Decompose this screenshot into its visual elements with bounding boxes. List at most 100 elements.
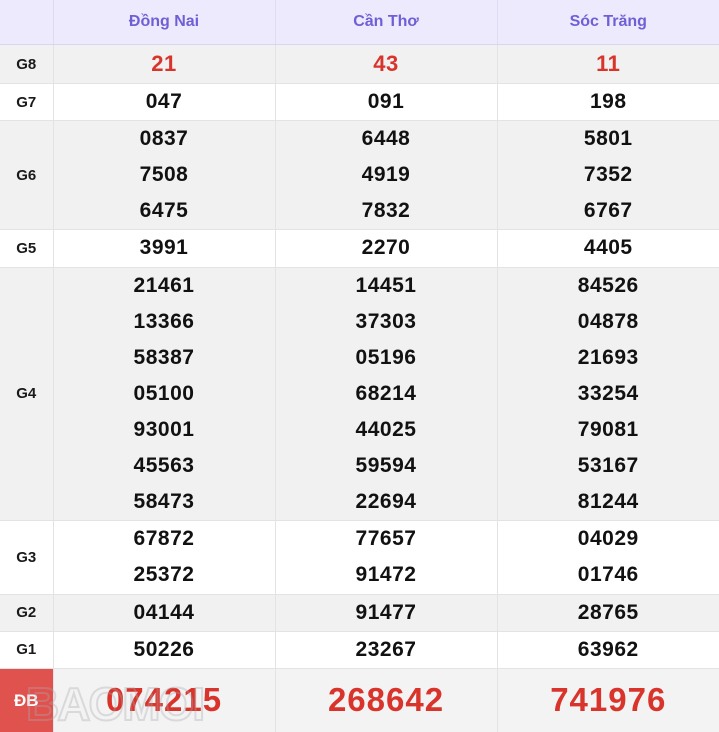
prize-number: 7508 bbox=[140, 157, 189, 193]
prize-cell-g4-dong-nai: 21461 13366 58387 05100 93001 45563 5847… bbox=[53, 267, 275, 521]
province-header-soc-trang: Sóc Trăng bbox=[497, 0, 719, 45]
number-stack: 0837 7508 6475 bbox=[54, 121, 275, 229]
prize-cell-g8-dong-nai: 21 bbox=[53, 45, 275, 84]
prize-number: 741976 bbox=[550, 672, 666, 729]
number-stack: 04144 bbox=[54, 595, 275, 631]
table-row: G1 50226 23267 63962 bbox=[0, 631, 719, 668]
province-header-dong-nai: Đồng Nai bbox=[53, 0, 275, 45]
prize-cell-g6-soc-trang: 5801 7352 6767 bbox=[497, 121, 719, 230]
number-stack: 3991 bbox=[54, 230, 275, 266]
prize-cell-g4-can-tho: 14451 37303 05196 68214 44025 59594 2269… bbox=[275, 267, 497, 521]
number-stack: 84526 04878 21693 33254 79081 53167 8124… bbox=[498, 268, 719, 521]
header-corner-cell bbox=[0, 0, 53, 45]
prize-cell-db-can-tho: 268642 bbox=[275, 668, 497, 732]
prize-number: 25372 bbox=[134, 557, 195, 593]
number-stack: 63962 bbox=[498, 632, 719, 668]
prize-cell-g6-can-tho: 6448 4919 7832 bbox=[275, 121, 497, 230]
prize-cell-g2-dong-nai: 04144 bbox=[53, 594, 275, 631]
table-body: G8 21 43 11 G7 bbox=[0, 45, 719, 732]
table-row: G7 047 091 198 bbox=[0, 84, 719, 121]
number-stack: 21 bbox=[54, 45, 275, 83]
prize-cell-g5-can-tho: 2270 bbox=[275, 230, 497, 267]
prize-number: 6448 bbox=[362, 121, 411, 157]
prize-number: 074215 bbox=[106, 672, 222, 729]
table-header: Đồng Nai Cần Thơ Sóc Trăng bbox=[0, 0, 719, 45]
prize-number: 63962 bbox=[578, 632, 639, 668]
prize-number: 6475 bbox=[140, 193, 189, 229]
table-row: G2 04144 91477 28765 bbox=[0, 594, 719, 631]
prize-cell-g1-dong-nai: 50226 bbox=[53, 631, 275, 668]
number-stack: 6448 4919 7832 bbox=[276, 121, 497, 229]
prize-number: 3991 bbox=[140, 230, 189, 266]
prize-cell-g3-can-tho: 77657 91472 bbox=[275, 521, 497, 594]
prize-number: 2270 bbox=[362, 230, 411, 266]
prize-number: 198 bbox=[590, 84, 627, 120]
prize-number: 23267 bbox=[356, 632, 417, 668]
prize-number: 14451 bbox=[356, 268, 417, 304]
prize-cell-g7-dong-nai: 047 bbox=[53, 84, 275, 121]
prize-number: 0837 bbox=[140, 121, 189, 157]
prize-cell-g1-can-tho: 23267 bbox=[275, 631, 497, 668]
prize-number: 13366 bbox=[134, 304, 195, 340]
prize-cell-g3-dong-nai: 67872 25372 bbox=[53, 521, 275, 594]
number-stack: 23267 bbox=[276, 632, 497, 668]
number-stack: 77657 91472 bbox=[276, 521, 497, 593]
prize-number: 33254 bbox=[578, 376, 639, 412]
grade-label-g1: G1 bbox=[0, 631, 53, 668]
prize-number: 7832 bbox=[362, 193, 411, 229]
number-stack: 91477 bbox=[276, 595, 497, 631]
prize-cell-g3-soc-trang: 04029 01746 bbox=[497, 521, 719, 594]
number-stack: 091 bbox=[276, 84, 497, 120]
header-row: Đồng Nai Cần Thơ Sóc Trăng bbox=[0, 0, 719, 45]
grade-label-g7: G7 bbox=[0, 84, 53, 121]
prize-cell-g4-soc-trang: 84526 04878 21693 33254 79081 53167 8124… bbox=[497, 267, 719, 521]
prize-number: 5801 bbox=[584, 121, 633, 157]
table-row-special: ĐB 074215 268642 741976 bbox=[0, 668, 719, 732]
prize-cell-g7-can-tho: 091 bbox=[275, 84, 497, 121]
grade-label-g2: G2 bbox=[0, 594, 53, 631]
prize-number: 22694 bbox=[356, 484, 417, 520]
number-stack: 28765 bbox=[498, 595, 719, 631]
number-stack: 43 bbox=[276, 45, 497, 83]
number-stack: 2270 bbox=[276, 230, 497, 266]
prize-number: 4919 bbox=[362, 157, 411, 193]
number-stack: 04029 01746 bbox=[498, 521, 719, 593]
grade-label-g8: G8 bbox=[0, 45, 53, 84]
prize-number: 79081 bbox=[578, 412, 639, 448]
prize-number: 21693 bbox=[578, 340, 639, 376]
prize-number: 21 bbox=[151, 45, 176, 83]
prize-cell-g5-soc-trang: 4405 bbox=[497, 230, 719, 267]
prize-number: 45563 bbox=[134, 448, 195, 484]
grade-label-db: ĐB bbox=[0, 668, 53, 732]
prize-number: 047 bbox=[146, 84, 183, 120]
prize-number: 4405 bbox=[584, 230, 633, 266]
table-row: G6 0837 7508 6475 6448 4919 7832 bbox=[0, 121, 719, 230]
prize-number: 6767 bbox=[584, 193, 633, 229]
number-stack: 074215 bbox=[54, 669, 275, 732]
number-stack: 268642 bbox=[276, 669, 497, 732]
table-row: G3 67872 25372 77657 91472 04029 bbox=[0, 521, 719, 594]
prize-cell-g2-soc-trang: 28765 bbox=[497, 594, 719, 631]
prize-number: 91472 bbox=[356, 557, 417, 593]
prize-number: 43 bbox=[373, 45, 398, 83]
prize-number: 7352 bbox=[584, 157, 633, 193]
number-stack: 14451 37303 05196 68214 44025 59594 2269… bbox=[276, 268, 497, 521]
number-stack: 198 bbox=[498, 84, 719, 120]
prize-number: 84526 bbox=[578, 268, 639, 304]
prize-number: 77657 bbox=[356, 521, 417, 557]
prize-cell-g5-dong-nai: 3991 bbox=[53, 230, 275, 267]
prize-number: 05196 bbox=[356, 340, 417, 376]
grade-label-g5: G5 bbox=[0, 230, 53, 267]
prize-number: 53167 bbox=[578, 448, 639, 484]
prize-cell-g8-can-tho: 43 bbox=[275, 45, 497, 84]
prize-cell-db-soc-trang: 741976 bbox=[497, 668, 719, 732]
lottery-results-table: Đồng Nai Cần Thơ Sóc Trăng G8 21 43 bbox=[0, 0, 719, 732]
prize-cell-db-dong-nai: 074215 bbox=[53, 668, 275, 732]
prize-number: 50226 bbox=[134, 632, 195, 668]
table-row: G5 3991 2270 4405 bbox=[0, 230, 719, 267]
prize-number: 04144 bbox=[134, 595, 195, 631]
table-row: G4 21461 13366 58387 05100 93001 45563 5… bbox=[0, 267, 719, 521]
prize-number: 68214 bbox=[356, 376, 417, 412]
prize-cell-g2-can-tho: 91477 bbox=[275, 594, 497, 631]
number-stack: 50226 bbox=[54, 632, 275, 668]
